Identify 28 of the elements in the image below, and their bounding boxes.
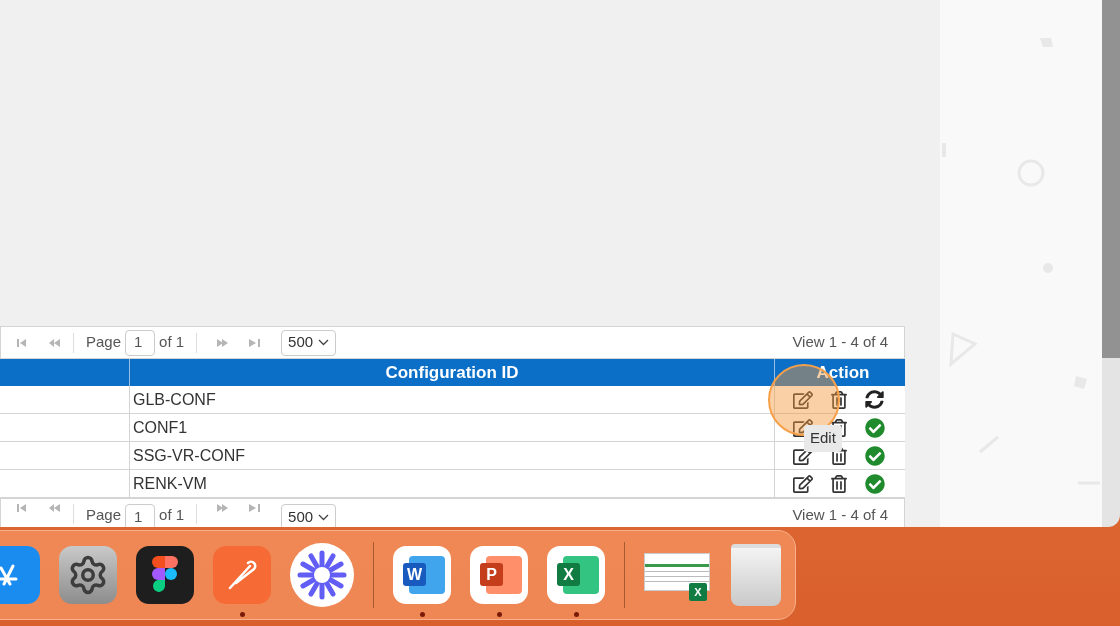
gear-app-icon[interactable] [59,546,117,604]
table-cell: CONF1 [130,414,775,441]
scrollbar-thumb[interactable] [1102,0,1120,358]
page-input[interactable]: 1 [125,329,156,356]
presentation-app-icon[interactable]: P [470,546,528,604]
page-count: of 1 [159,505,185,525]
table-cell: SSG-VR-CONF [130,442,775,469]
trash-icon[interactable] [830,390,848,409]
tooltip: Edit [804,425,842,452]
view-count: View 1 - 4 of 4 [792,332,888,353]
page-input[interactable]: 1 [125,504,156,527]
pen-app-icon[interactable] [213,546,271,604]
chevron-down-icon [318,339,330,346]
trash-icon[interactable] [830,474,848,493]
document-app-icon[interactable]: W [393,546,451,604]
chevron-down-icon [318,513,330,521]
page-count: of 1 [159,332,185,353]
page-label: Page [86,505,122,525]
shapes-app-icon[interactable] [136,546,194,604]
page-label: Page [86,332,122,353]
page-size-select[interactable]: 500 [281,329,337,356]
trash-icon[interactable] [830,446,848,465]
refresh-icon[interactable] [865,390,884,409]
spreadsheet-app-icon[interactable]: X [547,546,605,604]
edit-icon[interactable] [793,473,813,494]
table-cell: GLB-CONF [130,386,775,413]
table-cell: RENK-VM [130,470,775,497]
view-count: View 1 - 4 of 4 [792,505,888,525]
